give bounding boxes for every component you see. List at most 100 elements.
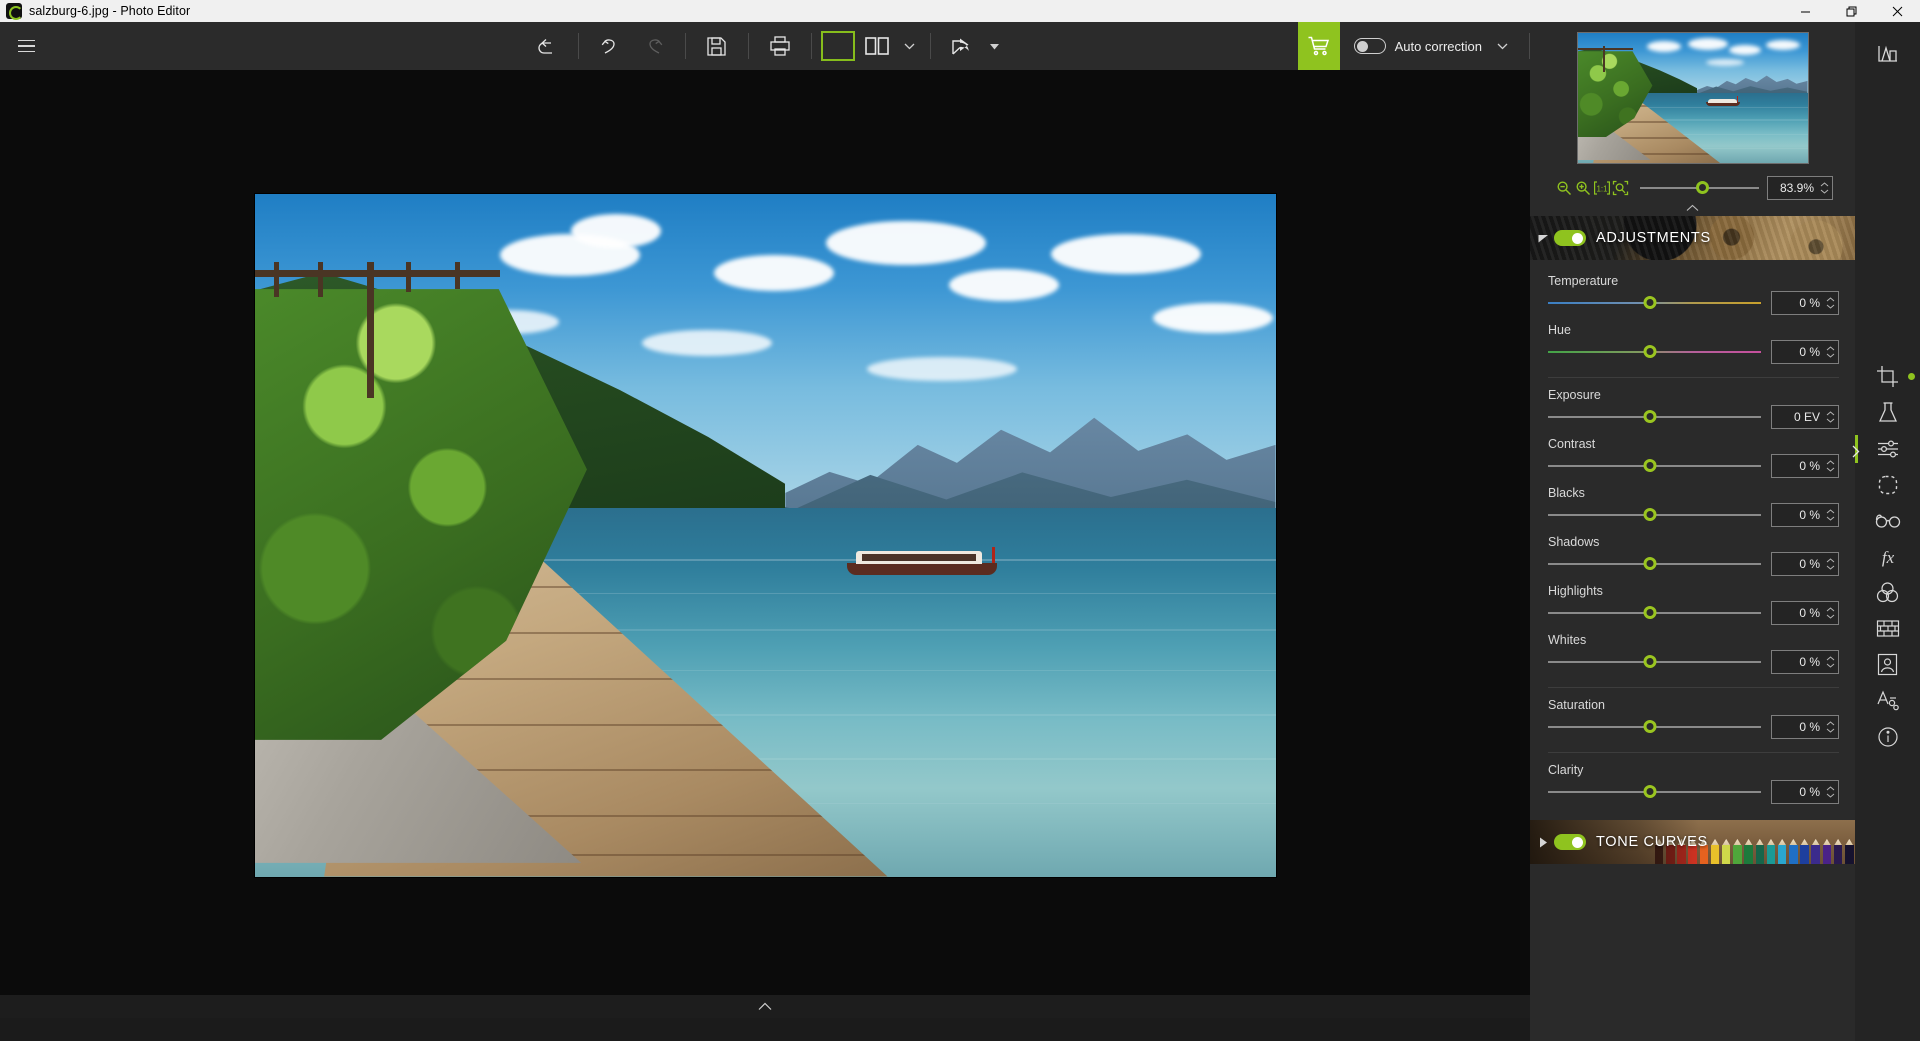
stepper[interactable] — [1825, 346, 1838, 358]
dashed-circle-icon[interactable] — [1855, 467, 1920, 503]
zoom-in-icon[interactable] — [1573, 178, 1592, 198]
image-thumbnail[interactable] — [1576, 32, 1809, 164]
glasses-icon[interactable] — [1855, 503, 1920, 539]
sliders-icon[interactable] — [1855, 431, 1920, 467]
chevron-up-icon[interactable] — [758, 998, 772, 1016]
info-circle-icon[interactable] — [1855, 719, 1920, 755]
exposure-value-field[interactable]: 0 EV — [1771, 405, 1839, 429]
slider-label: Temperature — [1548, 274, 1619, 288]
slider-handle[interactable] — [1643, 557, 1657, 570]
slider-handle[interactable] — [1643, 606, 1657, 619]
view-mode-dropdown[interactable] — [899, 26, 921, 66]
restore-button[interactable] — [1828, 0, 1874, 22]
zoom-level-field[interactable]: 83.9% — [1767, 176, 1833, 200]
clarity-value-field[interactable]: 0 % — [1771, 780, 1839, 804]
edited-photo[interactable] — [254, 193, 1276, 877]
stepper[interactable] — [1825, 721, 1838, 733]
toolbar-divider — [684, 33, 686, 59]
crop-icon[interactable] — [1855, 359, 1920, 395]
image-canvas[interactable] — [0, 70, 1530, 1018]
slider-value: 0 EV — [1793, 410, 1820, 424]
single-view-icon[interactable] — [820, 31, 855, 61]
stepper[interactable] — [1825, 509, 1838, 521]
whites-slider[interactable] — [1548, 653, 1761, 671]
actual-size-1-to-1-icon[interactable]: 1:1 — [1592, 178, 1611, 198]
slider-contrast: Contrast 0 % — [1548, 429, 1839, 478]
adjustments-toggle[interactable] — [1554, 230, 1586, 246]
panel-expand-arrow[interactable] — [1847, 434, 1863, 468]
slider-label: Exposure — [1548, 388, 1601, 402]
minimize-button[interactable] — [1782, 0, 1828, 22]
save-button[interactable] — [695, 26, 739, 66]
zoom-slider[interactable] — [1640, 178, 1759, 198]
hue-slider[interactable] — [1548, 343, 1761, 361]
temperature-value-field[interactable]: 0 % — [1771, 291, 1839, 315]
split-view-icon[interactable] — [855, 26, 899, 66]
slider-shadows: Shadows 0 % — [1548, 527, 1839, 576]
whites-value-field[interactable]: 0 % — [1771, 650, 1839, 674]
stepper[interactable] — [1825, 558, 1838, 570]
stepper[interactable] — [1825, 460, 1838, 472]
clarity-slider[interactable] — [1548, 783, 1761, 801]
undo-button[interactable] — [588, 26, 632, 66]
color-circles-icon[interactable] — [1855, 575, 1920, 611]
slider-handle[interactable] — [1643, 508, 1657, 521]
share-icon[interactable] — [940, 26, 984, 66]
portrait-frame-icon[interactable] — [1855, 647, 1920, 683]
slider-handle[interactable] — [1643, 655, 1657, 668]
stepper[interactable] — [1825, 607, 1838, 619]
hamburger-menu-button[interactable] — [6, 22, 46, 70]
stepper[interactable] — [1825, 411, 1838, 423]
close-button[interactable] — [1874, 0, 1920, 22]
triangle-down-icon[interactable] — [1532, 234, 1554, 243]
shadows-slider[interactable] — [1548, 555, 1761, 573]
slider-handle[interactable] — [1643, 345, 1657, 358]
hue-value-field[interactable]: 0 % — [1771, 340, 1839, 364]
histogram-icon[interactable] — [1855, 36, 1920, 72]
slider-handle[interactable] — [1643, 785, 1657, 798]
shopping-cart-icon[interactable] — [1297, 22, 1340, 70]
exposure-slider[interactable] — [1548, 408, 1761, 426]
text-tool-icon[interactable] — [1855, 683, 1920, 719]
auto-correction-dropdown[interactable] — [1491, 26, 1513, 66]
print-button[interactable] — [758, 26, 802, 66]
auto-correction-toggle[interactable] — [1353, 38, 1386, 54]
temperature-slider[interactable] — [1548, 294, 1761, 312]
fit-to-window-icon[interactable] — [1611, 178, 1630, 198]
crop-status-dot — [1908, 372, 1915, 380]
slider-handle[interactable] — [1643, 459, 1657, 472]
share-dropdown[interactable] — [984, 26, 1006, 66]
contrast-value-field[interactable]: 0 % — [1771, 454, 1839, 478]
fx-icon[interactable]: fx — [1855, 539, 1920, 575]
stepper[interactable] — [1825, 656, 1838, 668]
brick-grid-icon[interactable] — [1855, 611, 1920, 647]
slider-temperature: Temperature 0 % — [1548, 266, 1839, 315]
revert-button[interactable] — [525, 26, 569, 66]
redo-button[interactable] — [632, 26, 676, 66]
blacks-slider[interactable] — [1548, 506, 1761, 524]
adjustments-section-header[interactable]: ADJUSTMENTS — [1530, 216, 1855, 260]
highlights-slider[interactable] — [1548, 604, 1761, 622]
auto-correction-label: Auto correction — [1394, 38, 1482, 54]
tone-curves-toggle[interactable] — [1554, 834, 1586, 850]
saturation-slider[interactable] — [1548, 718, 1761, 736]
stepper[interactable] — [1825, 297, 1838, 309]
flask-icon[interactable] — [1855, 395, 1920, 431]
slider-handle[interactable] — [1643, 410, 1657, 423]
blacks-value-field[interactable]: 0 % — [1771, 503, 1839, 527]
highlights-value-field[interactable]: 0 % — [1771, 601, 1839, 625]
right-panel: 1:1 83.9% ADJUSTMENTS Temperature 0 % Hu… — [1530, 22, 1855, 1041]
tone-curves-section-header[interactable]: TONE CURVES — [1530, 820, 1855, 864]
zoom-out-icon[interactable] — [1554, 178, 1573, 198]
saturation-value-field[interactable]: 0 % — [1771, 715, 1839, 739]
zoom-stepper[interactable] — [1819, 182, 1832, 194]
zoom-slider-handle[interactable] — [1695, 181, 1709, 194]
shadows-value-field[interactable]: 0 % — [1771, 552, 1839, 576]
canvas-bottom-bar — [0, 995, 1530, 1018]
preview-collapse-handle[interactable] — [1544, 200, 1841, 216]
slider-handle[interactable] — [1643, 720, 1657, 733]
triangle-right-icon[interactable] — [1532, 837, 1554, 848]
stepper[interactable] — [1825, 786, 1838, 798]
slider-handle[interactable] — [1643, 296, 1657, 309]
contrast-slider[interactable] — [1548, 457, 1761, 475]
